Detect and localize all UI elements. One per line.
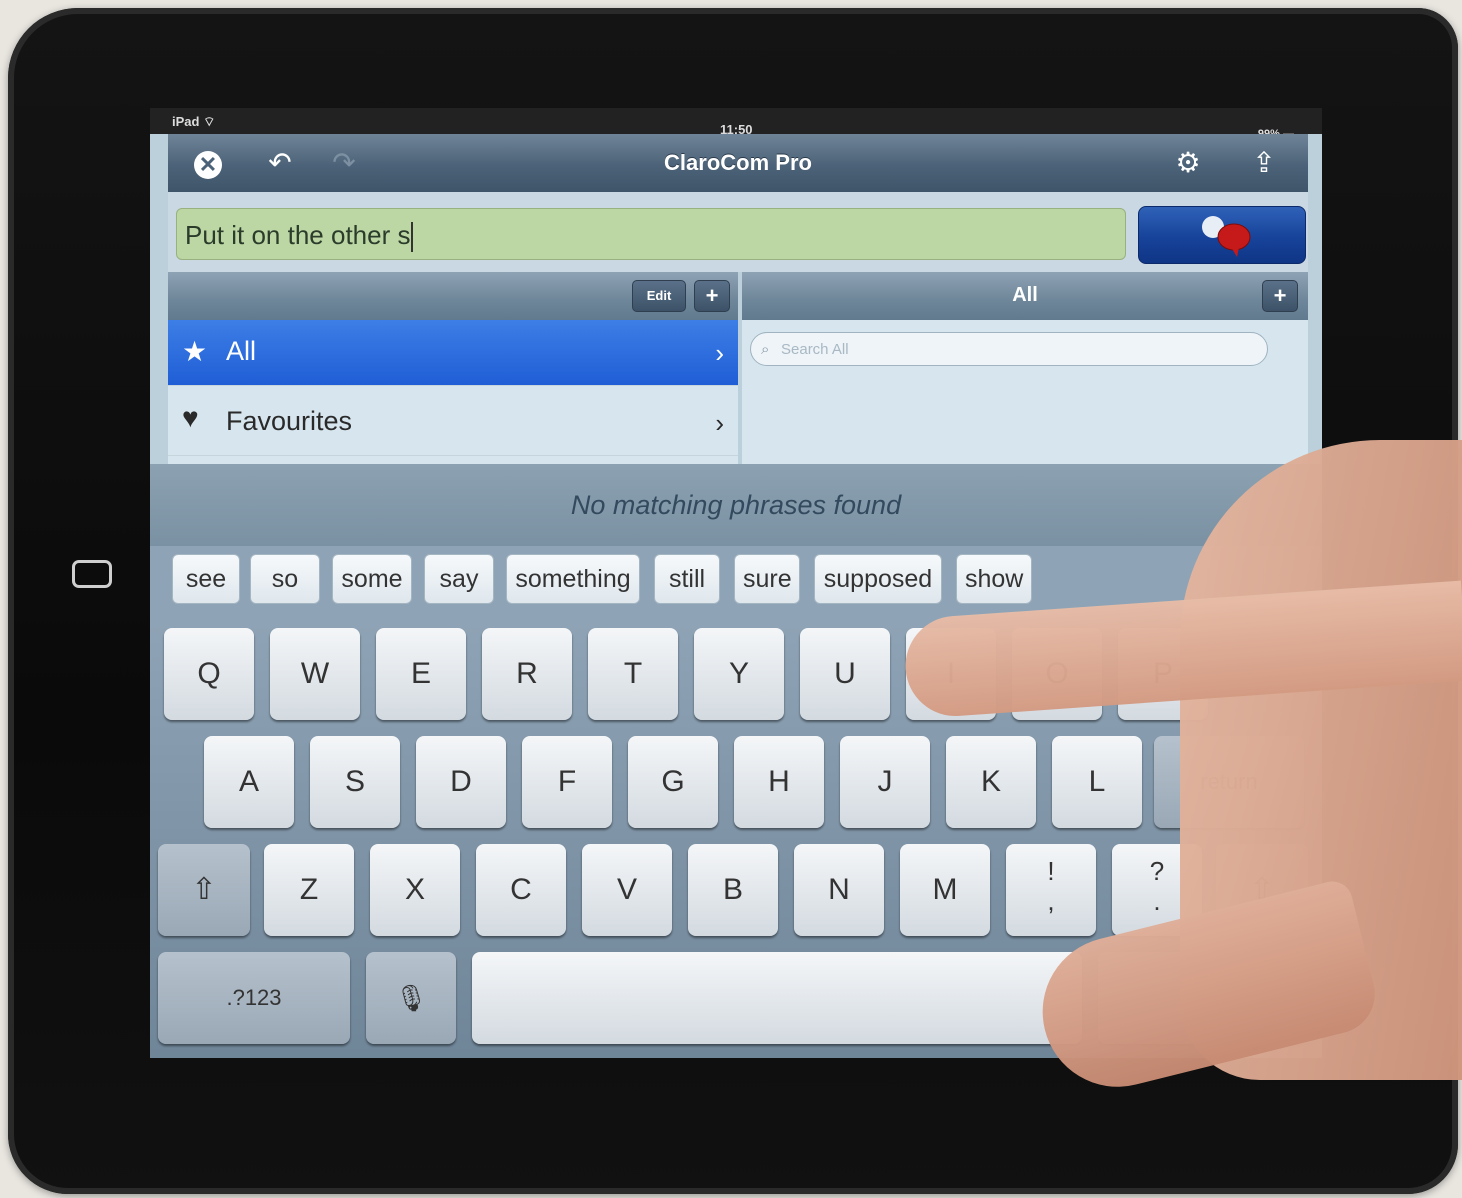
suggestion-sure[interactable]: sure [734, 554, 800, 604]
key-l[interactable]: L [1052, 736, 1142, 828]
suggestion-something[interactable]: something [506, 554, 640, 604]
suggestion-show[interactable]: show [956, 554, 1032, 604]
key-z[interactable]: Z [264, 844, 354, 936]
undo-button[interactable]: ↶ [260, 144, 300, 182]
suggestion-say[interactable]: say [424, 554, 494, 604]
suggestion-some[interactable]: some [332, 554, 412, 604]
numbers-key[interactable]: .?123 [158, 952, 350, 1044]
key-a[interactable]: A [204, 736, 294, 828]
close-icon: ✕ [194, 151, 222, 179]
category-item-all[interactable]: ★ All › [168, 320, 738, 386]
heart-icon: ♥ [182, 402, 199, 433]
category-label: All [226, 336, 257, 366]
key-j[interactable]: J [840, 736, 930, 828]
key-h[interactable]: H [734, 736, 824, 828]
nav-bar: ✕ ↶ ↷ ClaroCom Pro ⚙ ⇪ [168, 134, 1308, 193]
key-m[interactable]: M [900, 844, 990, 936]
phrases-pane: All + ⌕ Search All [742, 272, 1308, 464]
key-v[interactable]: V [582, 844, 672, 936]
categories-header: Edit + [168, 272, 738, 320]
key-u[interactable]: U [800, 628, 890, 720]
close-button[interactable]: ✕ [188, 144, 228, 182]
key-c[interactable]: C [476, 844, 566, 936]
carrier-label: iPad ⌔ [172, 114, 216, 129]
key-b[interactable]: B [688, 844, 778, 936]
microphone-key[interactable]: 🎙 [366, 952, 456, 1044]
app-title: ClaroCom Pro [664, 150, 812, 175]
key-q[interactable]: Q [164, 628, 254, 720]
suggestion-so[interactable]: so [250, 554, 320, 604]
suggestion-still[interactable]: still [654, 554, 720, 604]
chevron-right-icon: › [715, 338, 724, 368]
key-e[interactable]: E [376, 628, 466, 720]
message-input[interactable]: Put it on the other s [176, 208, 1126, 260]
search-icon: ⌕ [761, 341, 770, 358]
suggestion-supposed[interactable]: supposed [814, 554, 942, 604]
shift-key[interactable]: ⇧ [158, 844, 250, 936]
key-t[interactable]: T [588, 628, 678, 720]
status-bar: iPad ⌔ 11:50 99% ▬ [150, 108, 1322, 140]
key-r[interactable]: R [482, 628, 572, 720]
redo-button[interactable]: ↷ [324, 144, 364, 182]
chevron-right-icon: › [715, 408, 724, 438]
camera-icon [72, 560, 112, 588]
redo-icon: ↷ [332, 147, 356, 178]
add-category-button[interactable]: + [694, 280, 730, 312]
text-caret [411, 222, 414, 253]
gear-icon: ⚙ [1175, 147, 1201, 178]
phrases-header: All + [742, 272, 1308, 320]
undo-icon: ↶ [268, 147, 292, 178]
key-s[interactable]: S [310, 736, 400, 828]
microphone-icon: 🎙 [394, 983, 428, 1013]
settings-button[interactable]: ⚙ [1168, 144, 1208, 182]
category-item-favourites[interactable]: ♥ Favourites › [168, 386, 738, 456]
speak-button[interactable] [1138, 206, 1306, 264]
key-g[interactable]: G [628, 736, 718, 828]
add-phrase-button[interactable]: + [1262, 280, 1298, 312]
edit-button[interactable]: Edit [632, 280, 686, 312]
speech-bubble-icon [1202, 216, 1251, 257]
search-input[interactable]: ⌕ Search All [750, 332, 1268, 366]
key-f[interactable]: F [522, 736, 612, 828]
suggestion-see[interactable]: see [172, 554, 240, 604]
space-key[interactable] [472, 952, 1082, 1044]
message-text: Put it on the other s [185, 220, 411, 250]
no-match-message: No matching phrases found [150, 464, 1322, 546]
share-button[interactable]: ⇪ [1244, 144, 1284, 182]
message-bar: Put it on the other s [168, 192, 1308, 272]
phrases-title: All [1012, 284, 1038, 306]
key-x[interactable]: X [370, 844, 460, 936]
search-placeholder: Search All [781, 341, 849, 358]
category-label: Favourites [226, 406, 353, 436]
key-exclamation-comma[interactable]: ! , [1006, 844, 1096, 936]
categories-pane: Edit + ★ All › ♥ Favourites › [168, 272, 738, 464]
key-k[interactable]: K [946, 736, 1036, 828]
ipad-screen: iPad ⌔ 11:50 99% ▬ ✕ ↶ ↷ ClaroCom Pro ⚙ … [150, 108, 1322, 1058]
key-y[interactable]: Y [694, 628, 784, 720]
key-w[interactable]: W [270, 628, 360, 720]
star-icon: ★ [182, 336, 208, 367]
key-d[interactable]: D [416, 736, 506, 828]
share-icon: ⇪ [1252, 147, 1276, 178]
key-n[interactable]: N [794, 844, 884, 936]
